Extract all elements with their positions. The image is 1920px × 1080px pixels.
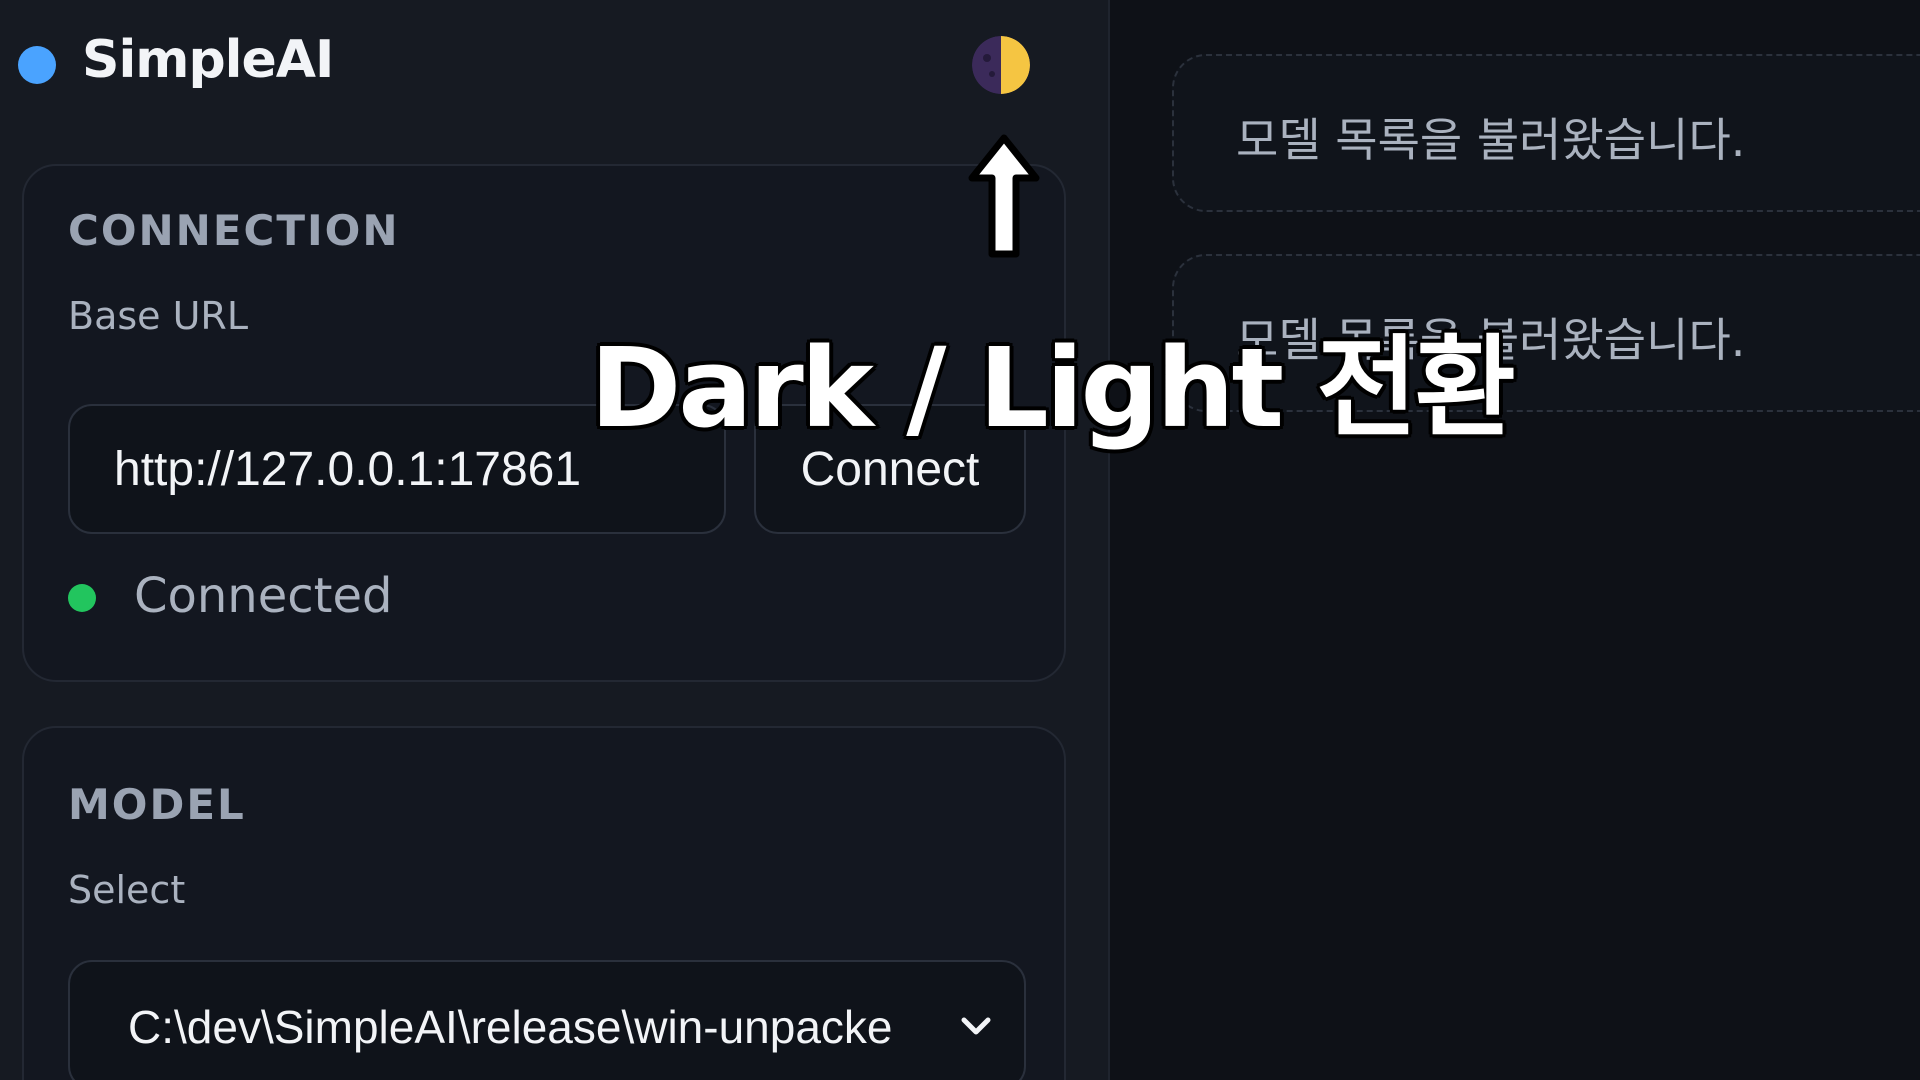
- sidebar: SimpleAI CONNECTION Base URL Connect Con…: [0, 0, 1110, 1080]
- annotation-label: Dark / Light 전환: [588, 322, 1518, 454]
- half-moon-icon: [972, 36, 1030, 94]
- chevron-down-icon: [961, 1017, 991, 1035]
- arrow-up-icon: [968, 134, 1040, 258]
- model-card: MODEL Select C:\dev\SimpleAI\release\win…: [22, 726, 1066, 1080]
- theme-toggle-button[interactable]: [972, 36, 1030, 94]
- connection-status-dot: [68, 584, 96, 612]
- app-title: SimpleAI: [82, 30, 334, 90]
- notification-toast: 모델 목록을 불러왔습니다.: [1172, 54, 1920, 212]
- model-section-title: MODEL: [68, 780, 246, 829]
- brand-status-dot: [18, 46, 56, 84]
- model-select-label: Select: [68, 868, 186, 912]
- notification-text: 모델 목록을 불러왔습니다.: [1236, 113, 1746, 167]
- connection-status-text: Connected: [134, 568, 393, 624]
- main-area: 모델 목록을 불러왔습니다. 모델 목록을 불러왔습니다.: [1110, 0, 1920, 1080]
- base-url-label: Base URL: [68, 294, 248, 338]
- model-select[interactable]: C:\dev\SimpleAI\release\win-unpacke: [68, 960, 1026, 1080]
- model-select-value: C:\dev\SimpleAI\release\win-unpacke: [128, 1001, 893, 1053]
- app-window: SimpleAI CONNECTION Base URL Connect Con…: [0, 0, 1920, 1080]
- connection-section-title: CONNECTION: [68, 206, 400, 255]
